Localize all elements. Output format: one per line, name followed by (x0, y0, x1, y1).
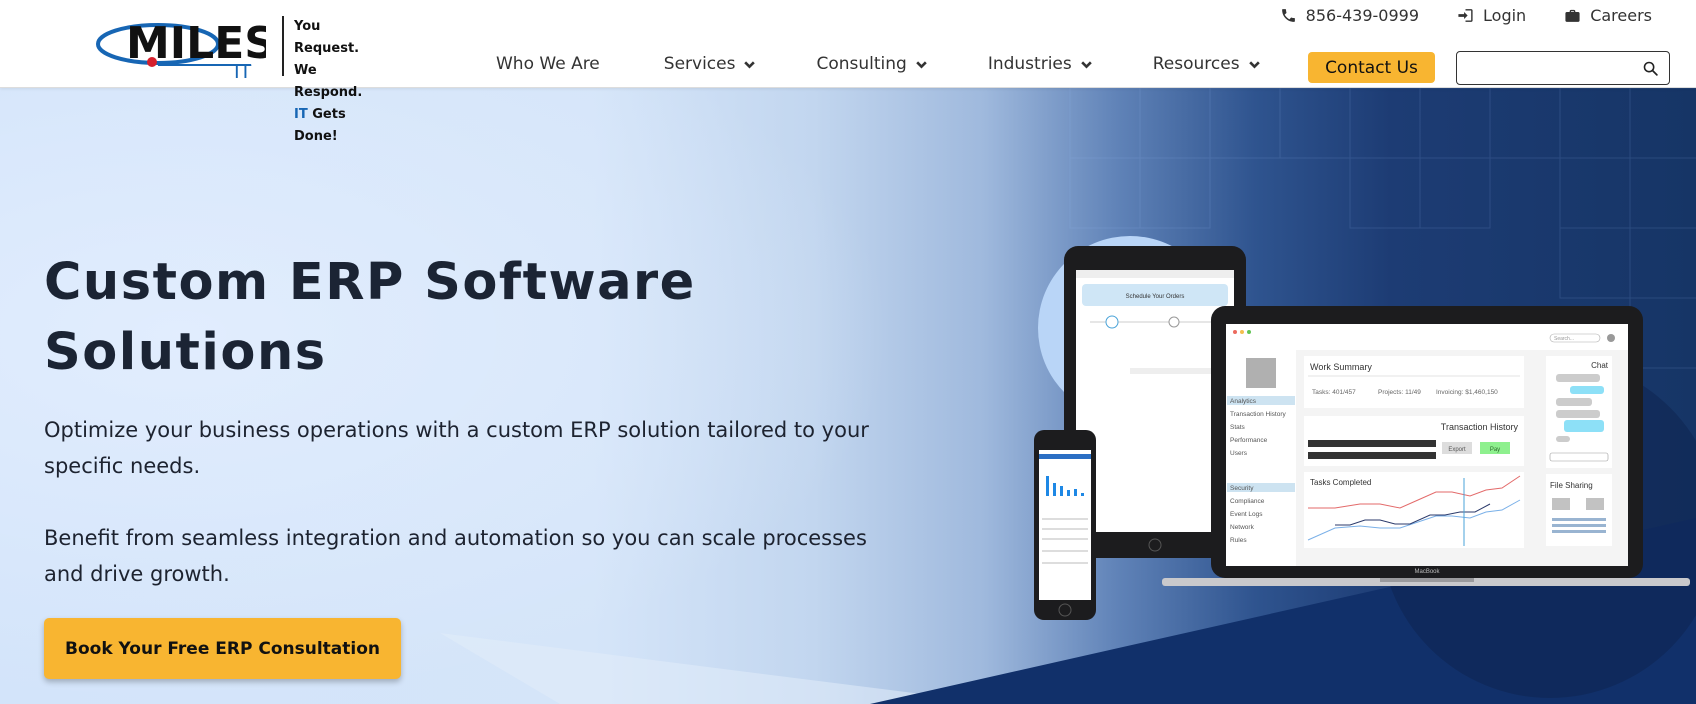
nav-resources[interactable]: Resources (1153, 54, 1261, 74)
phone-number: 856-439-0999 (1305, 6, 1420, 25)
search-box (1456, 51, 1670, 85)
hero-title-line-1: Custom ERP Software (44, 253, 696, 312)
search-icon[interactable] (1642, 60, 1659, 77)
main-nav: Who We Are Services Consulting Industrie… (496, 54, 1261, 74)
hero-title: Custom ERP Software Solutions (44, 248, 744, 388)
hero-paragraph-2: Benefit from seamless integration and au… (44, 526, 867, 586)
login-label: Login (1483, 6, 1527, 25)
sidebar-event-logs: Event Logs (1230, 511, 1263, 518)
tagline-line-2: We Respond. (294, 63, 363, 100)
careers-label: Careers (1590, 6, 1652, 25)
transaction-history-title: Transaction History (1441, 422, 1519, 432)
laptop-mockup: Search... Analytics Transaction History … (1162, 306, 1690, 586)
work-summary-title: Work Summary (1310, 362, 1372, 372)
login-icon (1458, 9, 1473, 22)
tablet-title: Schedule Your Orders (1126, 294, 1185, 300)
hero-paragraph-1: Optimize your business operations with a… (44, 418, 869, 478)
logo-it-text: IT (234, 61, 252, 78)
nav-consulting[interactable]: Consulting (816, 54, 927, 74)
export-label: Export (1448, 447, 1466, 453)
utility-bar: 856-439-0999 Login Careers (1280, 6, 1652, 25)
stat-projects: Projects: 11/49 (1378, 389, 1421, 396)
careers-link[interactable]: Careers (1564, 6, 1652, 25)
hero-section: Custom ERP Software Solutions Optimize y… (0, 88, 1696, 704)
miles-it-logo[interactable]: MILES IT You Request. We Respond. IT Get… (96, 14, 386, 144)
nav-label: Services (663, 54, 736, 74)
logo-tagline: You Request. We Respond. IT Gets Done! (282, 16, 386, 144)
nav-label: Consulting (816, 54, 907, 74)
sidebar-rules: Rules (1230, 537, 1247, 544)
pay-label: Pay (1490, 447, 1500, 453)
miles-logo-mark: MILES IT (96, 18, 266, 78)
chevron-down-icon (744, 60, 756, 69)
chat-title: Chat (1591, 361, 1609, 370)
nav-label: Industries (987, 54, 1072, 74)
sidebar-network: Network (1230, 524, 1255, 531)
sidebar-compliance: Compliance (1230, 498, 1265, 505)
site-header: MILES IT You Request. We Respond. IT Get… (0, 0, 1696, 144)
sidebar-performance: Performance (1230, 437, 1268, 444)
nav-who-we-are[interactable]: Who We Are (496, 54, 600, 74)
sidebar-stats: Stats (1230, 424, 1246, 431)
login-link[interactable]: Login (1457, 6, 1526, 25)
stat-invoicing: Invoicing: $1,460,150 (1436, 389, 1498, 396)
book-consultation-button[interactable]: Book Your Free ERP Consultation (44, 618, 401, 679)
search-input[interactable] (1463, 56, 1633, 80)
tagline-it: IT (294, 107, 308, 122)
sidebar-analytics: Analytics (1230, 398, 1257, 405)
nav-label: Who We Are (496, 54, 600, 74)
laptop-search-placeholder: Search... (1554, 336, 1574, 342)
sidebar-transaction-history: Transaction History (1230, 411, 1286, 418)
hero-title-line-2: Solutions (44, 323, 327, 382)
phone-mockup (1034, 430, 1096, 620)
stat-tasks: Tasks: 401/457 (1312, 389, 1356, 396)
chevron-down-icon (916, 60, 927, 69)
contact-us-button[interactable]: Contact Us (1308, 52, 1435, 83)
sidebar-users: Users (1230, 450, 1248, 457)
nav-services[interactable]: Services (664, 54, 757, 74)
file-sharing-title: File Sharing (1550, 481, 1593, 490)
tagline-line-1: You Request. (294, 19, 360, 56)
laptop-brand: MacBook (1414, 569, 1440, 575)
nav-label: Resources (1152, 54, 1240, 74)
tagline-line-3: IT Gets Done! (294, 104, 386, 148)
phone-icon (1281, 9, 1295, 22)
sidebar-security: Security (1230, 485, 1254, 492)
chevron-down-icon (1080, 60, 1092, 69)
briefcase-icon (1565, 9, 1580, 22)
tasks-completed-title: Tasks Completed (1310, 478, 1371, 487)
chevron-down-icon (1248, 60, 1260, 69)
device-mockup-illustration: Schedule Your Orders Search... Analytics… (1034, 236, 1690, 620)
nav-industries[interactable]: Industries (988, 54, 1093, 74)
phone-link[interactable]: 856-439-0999 (1280, 6, 1419, 25)
